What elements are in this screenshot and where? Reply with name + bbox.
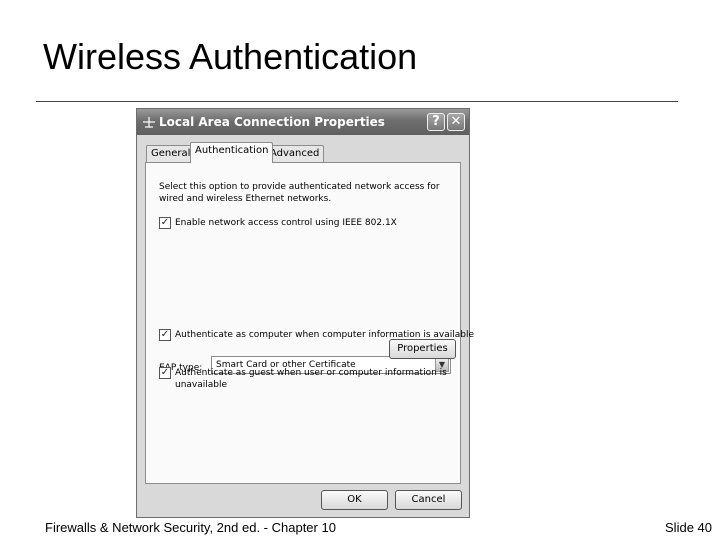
cancel-button[interactable]: Cancel <box>395 490 462 510</box>
help-button[interactable]: ? <box>427 113 445 131</box>
properties-button[interactable]: Properties <box>389 339 456 359</box>
close-button[interactable]: ✕ <box>447 113 465 131</box>
ok-button[interactable]: OK <box>321 490 388 510</box>
auth-computer-checkbox[interactable]: ✓ <box>159 329 171 341</box>
close-icon: ✕ <box>450 114 462 129</box>
dialog-titlebar[interactable]: Local Area Connection Properties ? ✕ <box>137 109 469 135</box>
tab-authentication[interactable]: Authentication <box>190 142 274 163</box>
tab-advanced[interactable]: Advanced <box>265 145 325 162</box>
authentication-description: Select this option to provide authentica… <box>159 182 440 204</box>
auth-guest-label: Authenticate as guest when user or compu… <box>175 368 447 390</box>
dialog-title: Local Area Connection Properties <box>159 115 385 129</box>
title-divider <box>36 101 678 102</box>
tab-general[interactable]: General <box>146 145 196 162</box>
auth-guest-checkbox[interactable]: ✓ <box>159 367 171 379</box>
auth-computer-label: Authenticate as computer when computer i… <box>175 330 474 340</box>
slide-footer-course: Firewalls & Network Security, 2nd ed. - … <box>45 520 336 535</box>
network-connection-icon <box>143 117 155 128</box>
properties-dialog: Local Area Connection Properties ? ✕ Gen… <box>136 108 474 518</box>
slide-title: Wireless Authentication <box>43 36 418 77</box>
authentication-panel: Select this option to provide authentica… <box>145 162 474 484</box>
enable-8021x-checkbox[interactable]: ✓ <box>159 217 171 229</box>
slide-number: Slide 40 <box>665 520 712 535</box>
enable-8021x-label: Enable network access control using IEEE… <box>175 218 397 228</box>
